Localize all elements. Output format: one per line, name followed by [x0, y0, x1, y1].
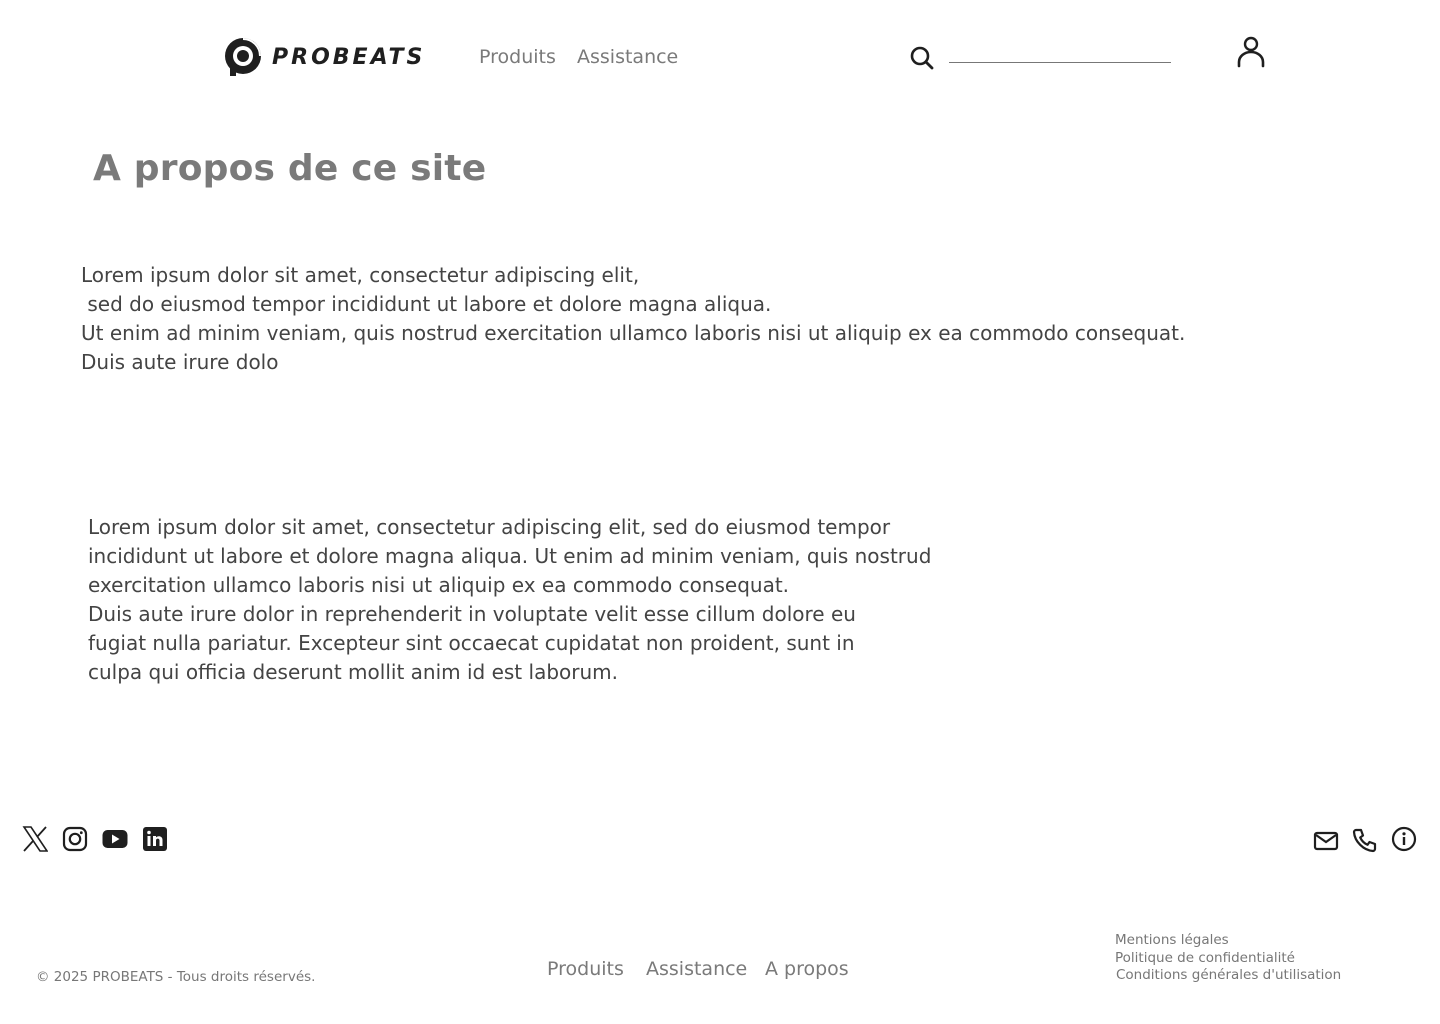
mail-icon[interactable]: [1312, 827, 1340, 855]
copyright-text: © 2025 PROBEATS - Tous droits réservés.: [36, 969, 316, 985]
linkedin-icon[interactable]: [141, 825, 169, 853]
nav-link-assistance[interactable]: Assistance: [577, 46, 678, 68]
legal-link-cgu[interactable]: Conditions générales d'utilisation: [1115, 967, 1341, 985]
footer-link-assistance[interactable]: Assistance: [646, 958, 747, 980]
info-icon[interactable]: [1390, 825, 1418, 853]
instagram-icon[interactable]: [61, 825, 89, 853]
body-paragraph: Lorem ipsum dolor sit amet, consectetur …: [88, 515, 932, 684]
x-icon[interactable]: [21, 825, 49, 853]
footer-link-a-propos[interactable]: A propos: [765, 958, 849, 980]
phone-icon[interactable]: [1351, 826, 1379, 854]
page-title: A propos de ce site: [93, 148, 487, 189]
footer-link-produits[interactable]: Produits: [547, 958, 624, 980]
legal-links: Mentions légales Politique de confidenti…: [1115, 932, 1341, 985]
brand-name: PROBEATS: [272, 44, 426, 70]
user-icon[interactable]: [1236, 36, 1266, 68]
intro-paragraph: Lorem ipsum dolor sit amet, consectetur …: [81, 263, 1186, 374]
search-input[interactable]: [949, 62, 1171, 63]
youtube-icon[interactable]: [101, 825, 129, 853]
search-icon[interactable]: [909, 45, 935, 71]
nav-link-produits[interactable]: Produits: [479, 46, 556, 68]
probeats-logo-icon: [225, 38, 261, 76]
brand-logo[interactable]: PROBEATS: [222, 36, 425, 78]
legal-link-confidentialite[interactable]: Politique de confidentialité: [1115, 950, 1341, 968]
legal-link-mentions[interactable]: Mentions légales: [1115, 932, 1341, 950]
